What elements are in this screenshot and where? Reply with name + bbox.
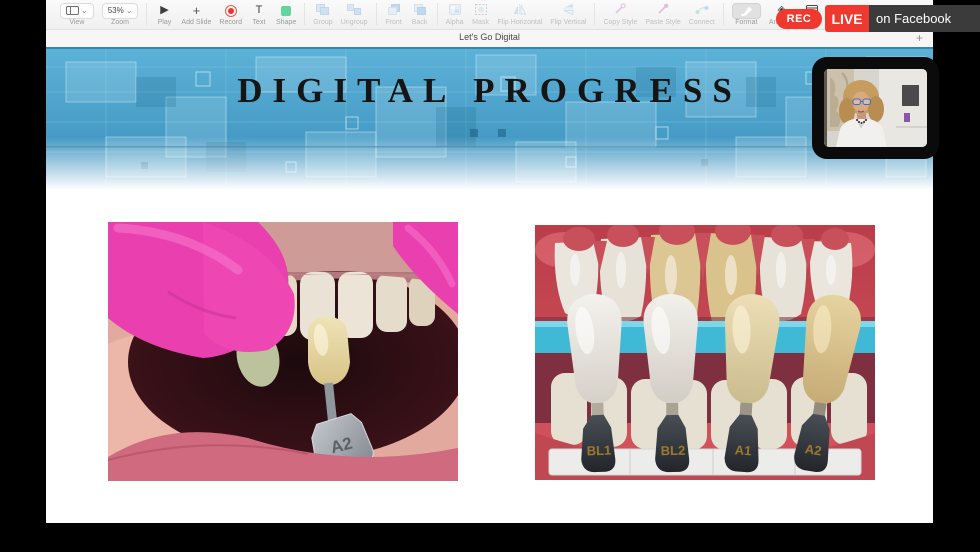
right-photo-shade-tabs[interactable]: BL1 BL2 A1	[535, 225, 875, 480]
toolbar-button-group[interactable]: Group	[313, 3, 332, 26]
send-back-icon	[414, 2, 426, 20]
flip-vertical-icon	[563, 2, 574, 20]
document-title-bar: Let's Go Digital +	[46, 30, 933, 48]
toolbar-label: Copy Style	[603, 19, 637, 26]
slide-title[interactable]: DIGITAL PROGRESS	[46, 71, 933, 111]
flip-horizontal-icon	[513, 2, 526, 20]
play-icon: ▶	[160, 5, 168, 16]
format-brush-icon	[732, 3, 761, 19]
toolbar-label: Add Slide	[181, 19, 211, 26]
toolbar-separator	[437, 3, 438, 25]
circuit-pattern	[46, 47, 933, 199]
view-panel-icon: ⌄	[60, 3, 94, 19]
bring-front-icon	[388, 2, 400, 20]
toolbar-label: Group	[313, 19, 332, 26]
toolbar-button-zoom[interactable]: 53% ⌄ Zoom	[102, 3, 139, 26]
toolbar-button-format[interactable]: Format	[732, 3, 761, 26]
toolbar-button-play[interactable]: ▶ Play	[155, 3, 173, 26]
toolbar-label: Play	[158, 19, 172, 26]
shade-tab-label: BL2	[661, 443, 686, 458]
presenter	[824, 69, 927, 147]
toolbar-button-flip-vertical[interactable]: Flip Vertical	[550, 3, 586, 26]
toolbar-label: Text	[253, 19, 266, 26]
live-badge: LIVE	[825, 5, 869, 32]
chevron-down-icon: ⌄	[126, 8, 133, 14]
toolbar-label: Flip Horizontal	[498, 19, 543, 26]
document-title[interactable]: Let's Go Digital	[46, 32, 933, 42]
toolbar-label: Paste Style	[645, 19, 680, 26]
copy-style-icon	[614, 2, 626, 20]
group-icon	[316, 2, 329, 20]
toolbar-button-back[interactable]: Back	[411, 3, 429, 26]
toolbar-label: Alpha	[446, 19, 464, 26]
chevron-down-icon: ⌄	[81, 8, 88, 14]
toolbar-label: Zoom	[111, 19, 129, 26]
toolbar-button-record[interactable]: Record	[219, 3, 242, 26]
slide-canvas: DIGITAL PROGRESS	[46, 47, 933, 523]
toolbar-separator	[376, 3, 377, 25]
background-frame	[902, 85, 919, 106]
toolbar-button-view[interactable]: ⌄ View	[60, 3, 94, 26]
toolbar-separator	[146, 3, 147, 25]
toolbar-button-copy-style[interactable]: Copy Style	[603, 3, 637, 26]
platform-label: on Facebook	[869, 5, 980, 32]
toolbar-separator	[304, 3, 305, 25]
alpha-icon	[449, 2, 461, 20]
record-dot-icon	[225, 5, 237, 17]
plus-icon: +	[193, 5, 201, 16]
toolbar-label: Format	[735, 19, 757, 26]
text-icon: T	[256, 5, 263, 16]
toolbar-button-shape[interactable]: Shape	[276, 3, 296, 26]
toolbar-button-ungroup[interactable]: Ungroup	[341, 3, 368, 26]
zoom-value: 53%	[108, 6, 124, 15]
toolbar-label: Ungroup	[341, 19, 368, 26]
mask-icon	[475, 2, 487, 20]
toolbar-label: Front	[385, 19, 401, 26]
toolbar-label: Mask	[472, 19, 489, 26]
toolbar-button-paste-style[interactable]: Paste Style	[645, 3, 680, 26]
connect-icon	[695, 2, 709, 20]
toolbar-label: Flip Vertical	[550, 19, 586, 26]
shape-square-icon	[281, 6, 291, 16]
shade-tab-label: A1	[734, 442, 752, 458]
shade-tab-label: BL1	[586, 443, 611, 459]
toolbar-button-flip-horizontal[interactable]: Flip Horizontal	[498, 3, 543, 26]
toolbar-button-connect[interactable]: Connect	[689, 3, 715, 26]
slide-banner: DIGITAL PROGRESS	[46, 47, 933, 199]
rec-button[interactable]: REC	[776, 9, 822, 29]
toolbar-separator	[723, 3, 724, 25]
toolbar-label: Connect	[689, 19, 715, 26]
ungroup-icon	[347, 2, 361, 20]
webcam-overlay	[812, 57, 939, 159]
toolbar-separator	[594, 3, 595, 25]
video-frame: ⌄ View 53% ⌄ Zoom ▶ Play + Add Slide	[0, 0, 980, 552]
paste-style-icon	[657, 2, 669, 20]
plus-icon[interactable]: +	[916, 31, 923, 45]
toolbar-button-add-slide[interactable]: + Add Slide	[181, 3, 211, 26]
shade-tab-label: A2	[804, 441, 823, 458]
webcam-video	[824, 69, 927, 147]
keynote-window: ⌄ View 53% ⌄ Zoom ▶ Play + Add Slide	[46, 0, 933, 523]
left-photo-shade-match[interactable]: A2	[108, 222, 458, 481]
toolbar-label: Shape	[276, 19, 296, 26]
toolbar-button-alpha[interactable]: Alpha	[446, 3, 464, 26]
toolbar-label: Record	[219, 19, 242, 26]
toolbar-button-mask[interactable]: Mask	[472, 3, 490, 26]
toolbar-label: View	[69, 19, 84, 26]
toolbar-button-text[interactable]: T Text	[250, 3, 268, 26]
toolbar-label: Back	[412, 19, 428, 26]
toolbar-button-front[interactable]: Front	[385, 3, 403, 26]
